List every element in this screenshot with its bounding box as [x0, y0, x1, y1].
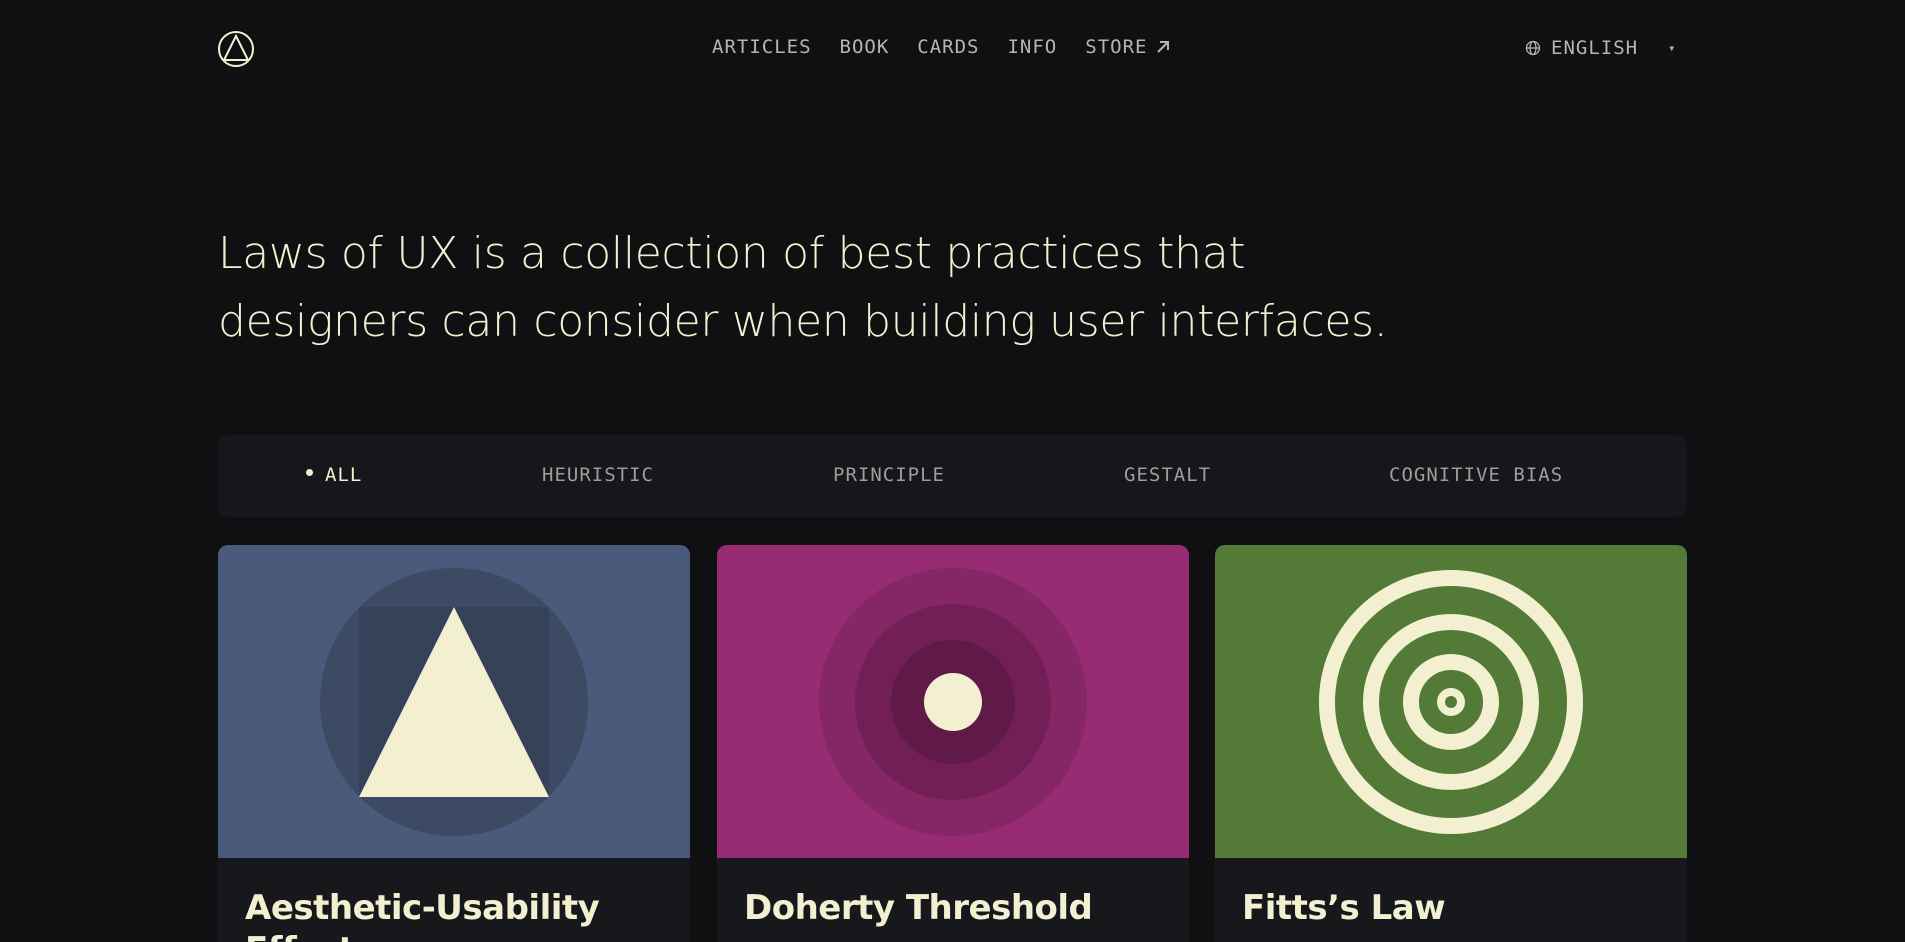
main-nav: ARTICLES BOOK CARDS INFO STORE: [712, 36, 1171, 58]
language-selector[interactable]: ENGLISH ▾: [1525, 37, 1676, 59]
active-dot-icon: [306, 469, 313, 476]
page: ARTICLES BOOK CARDS INFO STORE ENGLISH ▾…: [0, 0, 1905, 942]
target-rings-icon: [1215, 545, 1687, 858]
card-title: Fitts’s Law: [1242, 888, 1446, 928]
card-title: Doherty Threshold: [744, 888, 1093, 928]
nav-articles[interactable]: ARTICLES: [712, 36, 812, 58]
nav-cards[interactable]: CARDS: [917, 36, 979, 58]
globe-icon: [1525, 40, 1541, 56]
nav-store[interactable]: STORE: [1085, 36, 1171, 58]
arrow-up-right-icon: [1157, 41, 1170, 53]
card-title: Aesthetic-Usability Effect: [245, 888, 600, 942]
card-fitts-law[interactable]: Fitts’s Law: [1215, 545, 1687, 942]
card-aesthetic-usability-effect[interactable]: Aesthetic-Usability Effect: [218, 545, 690, 942]
card-art: [218, 545, 690, 858]
logo-icon[interactable]: [217, 30, 255, 68]
filter-principle[interactable]: PRINCIPLE: [833, 464, 945, 486]
card-art: [1215, 545, 1687, 858]
card-doherty-threshold[interactable]: Doherty Threshold: [717, 545, 1189, 942]
caret-down-icon: ▾: [1668, 41, 1677, 55]
language-label: ENGLISH: [1551, 37, 1639, 59]
nav-info[interactable]: INFO: [1007, 36, 1057, 58]
card-art: [717, 545, 1189, 858]
nav-book[interactable]: BOOK: [840, 36, 890, 58]
filter-all[interactable]: ALL: [306, 464, 362, 486]
triangle-in-circle-icon: [218, 545, 690, 858]
concentric-dot-icon: [717, 545, 1189, 858]
filter-cognitive-bias[interactable]: COGNITIVE BIAS: [1389, 464, 1563, 486]
filter-heuristic[interactable]: HEURISTIC: [542, 464, 654, 486]
category-filter-bar: ALL HEURISTIC PRINCIPLE GESTALT COGNITIV…: [218, 435, 1687, 517]
hero-text: Laws of UX is a collection of best pract…: [218, 228, 1388, 347]
filter-gestalt[interactable]: GESTALT: [1124, 464, 1211, 486]
